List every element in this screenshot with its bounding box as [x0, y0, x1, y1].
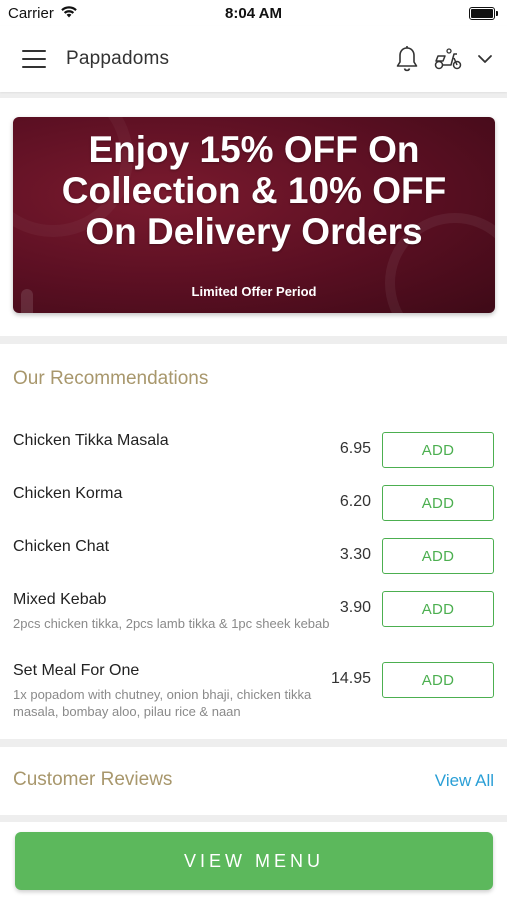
menu-item-name: Mixed Kebab: [13, 591, 107, 608]
header-actions: [395, 45, 493, 73]
recommendations-section: Our Recommendations Chicken Tikka Masala…: [0, 344, 507, 739]
menu-item-description: 2pcs chicken tikka, 2pcs lamb tikka & 1p…: [13, 616, 330, 631]
status-bar: Carrier 8:04 AM: [0, 0, 507, 26]
restaurant-title: Pappadoms: [66, 48, 170, 69]
status-left: Carrier: [8, 5, 78, 22]
promo-banner[interactable]: Enjoy 15% OFF On Collection & 10% OFF On…: [13, 117, 495, 313]
app-header: Pappadoms: [0, 26, 507, 92]
reviews-section: Customer Reviews View All: [0, 747, 507, 815]
add-button[interactable]: ADD: [382, 538, 494, 574]
section-title: Customer Reviews: [13, 769, 173, 790]
view-all-link[interactable]: View All: [435, 771, 494, 791]
add-button[interactable]: ADD: [382, 432, 494, 468]
view-menu-button[interactable]: VIEW MENU: [15, 832, 493, 890]
add-button[interactable]: ADD: [382, 662, 494, 698]
menu-item: Chicken Tikka Masala 6.95 ADD: [0, 432, 507, 472]
menu-item-price: 3.90: [339, 599, 371, 616]
chevron-down-icon[interactable]: [477, 53, 493, 65]
promo-subtext: Limited Offer Period: [191, 284, 317, 299]
menu-item-price: 6.20: [339, 493, 371, 510]
menu-item-name: Chicken Chat: [13, 538, 110, 555]
menu-item-name: Chicken Korma: [13, 485, 123, 502]
section-title: Our Recommendations: [13, 368, 209, 389]
carrier-label: Carrier: [8, 4, 54, 22]
battery-icon: [469, 6, 498, 20]
bottom-bar: VIEW MENU: [0, 822, 507, 900]
menu-icon[interactable]: [22, 50, 46, 68]
menu-item-price: 6.95: [339, 440, 371, 457]
add-button[interactable]: ADD: [382, 485, 494, 521]
promo-headline: Enjoy 15% OFF On Collection & 10% OFF On…: [13, 129, 495, 252]
menu-item-price: 3.30: [339, 546, 371, 563]
menu-item: Chicken Chat 3.30 ADD: [0, 538, 507, 578]
menu-item-description: 1x popadom with chutney, onion bhaji, ch…: [13, 687, 312, 719]
promo-headline-line: Enjoy 15% OFF On: [88, 129, 420, 170]
menu-item: Mixed Kebab 2pcs chicken tikka, 2pcs lam…: [0, 591, 507, 651]
menu-item-name: Set Meal For One: [13, 662, 140, 679]
promo-headline-line: On Delivery Orders: [85, 211, 423, 252]
menu-item-price: 14.95: [330, 670, 371, 687]
wifi-icon: [60, 5, 78, 22]
add-button[interactable]: ADD: [382, 591, 494, 627]
promo-headline-line: Collection & 10% OFF: [61, 170, 447, 211]
promo-section: Enjoy 15% OFF On Collection & 10% OFF On…: [0, 98, 507, 336]
bell-icon[interactable]: [395, 45, 419, 73]
scooter-icon[interactable]: [433, 47, 463, 71]
menu-item-name: Chicken Tikka Masala: [13, 432, 169, 449]
menu-item: Set Meal For One 1x popadom with chutney…: [0, 662, 507, 722]
menu-item: Chicken Korma 6.20 ADD: [0, 485, 507, 525]
